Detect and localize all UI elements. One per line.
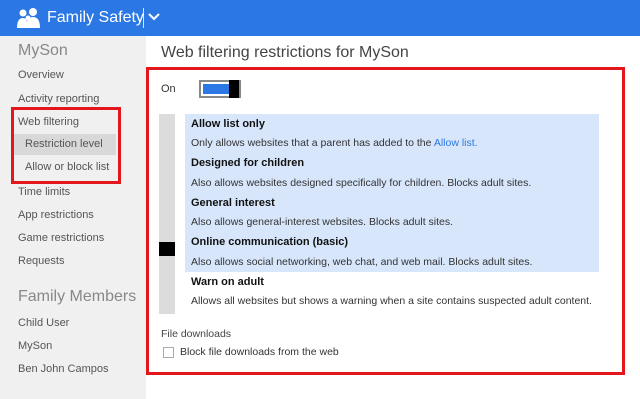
family-members-heading: Family Members: [18, 288, 137, 305]
level-desc-designed-for-children: Also allows websites designed specifical…: [191, 177, 532, 189]
restriction-level-slider[interactable]: [159, 114, 175, 314]
highlight-box-sidebar: [11, 107, 121, 184]
chevron-down-icon[interactable]: [148, 12, 160, 22]
file-downloads-heading: File downloads: [161, 328, 232, 340]
toggle-label: On: [161, 83, 176, 95]
member-ben-john-campos[interactable]: Ben John Campos: [18, 363, 109, 375]
allow-list-link[interactable]: Allow list.: [434, 137, 478, 149]
level-title-designed-for-children[interactable]: Designed for children: [191, 157, 304, 169]
sidebar-item-game-restrictions[interactable]: Game restrictions: [18, 232, 104, 244]
toggle-knob[interactable]: [229, 80, 239, 98]
level-desc-allow-list-only: Only allows websites that a parent has a…: [191, 137, 478, 149]
toggle-fill: [203, 84, 229, 94]
sidebar-item-requests[interactable]: Requests: [18, 255, 64, 267]
sidebar-item-overview[interactable]: Overview: [18, 69, 64, 81]
level-desc-general-interest: Also allows general-interest websites. B…: [191, 216, 454, 228]
level-title-general-interest[interactable]: General interest: [191, 197, 275, 209]
sidebar-item-app-restrictions[interactable]: App restrictions: [18, 209, 94, 221]
level-desc-text: Only allows websites that a parent has a…: [191, 137, 434, 149]
web-filtering-toggle[interactable]: [199, 80, 241, 98]
page-title: Web filtering restrictions for MySon: [161, 44, 409, 61]
sidebar-item-activity-reporting[interactable]: Activity reporting: [18, 93, 99, 105]
restriction-level-slider-handle[interactable]: [159, 242, 175, 256]
member-myson[interactable]: MySon: [18, 340, 52, 352]
sidebar-item-time-limits[interactable]: Time limits: [18, 186, 70, 198]
level-desc-warn-on-adult: Allows all websites but shows a warning …: [191, 295, 592, 307]
level-title-online-communication[interactable]: Online communication (basic): [191, 236, 348, 248]
family-people-icon: [17, 8, 40, 28]
level-desc-online-communication: Also allows social networking, web chat,…: [191, 256, 533, 268]
top-bar: Family Safety: [0, 0, 640, 36]
sidebar-child-name: MySon: [18, 42, 68, 59]
block-downloads-checkbox[interactable]: [163, 347, 174, 358]
member-child-user[interactable]: Child User: [18, 317, 69, 329]
block-downloads-label[interactable]: Block file downloads from the web: [180, 346, 339, 358]
level-title-warn-on-adult[interactable]: Warn on adult: [191, 276, 264, 288]
app-title[interactable]: Family Safety: [47, 9, 144, 27]
level-title-allow-list-only[interactable]: Allow list only: [191, 118, 265, 130]
header-divider: [143, 8, 144, 28]
